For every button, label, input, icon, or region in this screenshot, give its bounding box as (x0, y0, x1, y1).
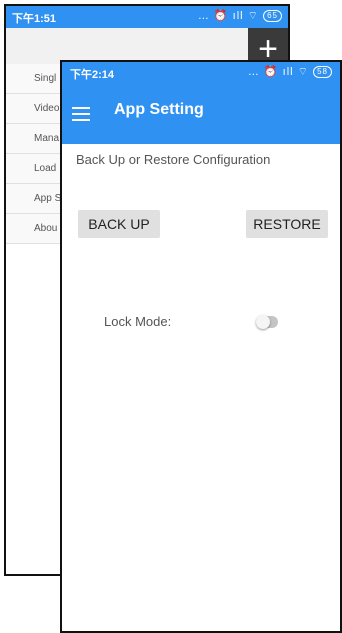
status-bar: 下午1:51 … ⏰ ıll ⌔ 65 (6, 6, 288, 28)
status-icons: … ⏰ ıll ⌔ 65 (198, 9, 282, 23)
app-setting-screen: 下午2:14 … ⏰ ıll ⌔ 58 App Setting Back Up … (60, 60, 342, 633)
app-bar: App Setting (62, 84, 340, 144)
lock-mode-label: Lock Mode: (104, 314, 172, 329)
toggle-knob (256, 315, 270, 329)
status-time: 下午1:51 (12, 13, 57, 25)
backup-restore-heading: Back Up or Restore Configuration (76, 152, 271, 167)
back-up-button[interactable]: BACK UP (78, 210, 160, 238)
status-time: 下午2:14 (70, 69, 115, 81)
restore-button[interactable]: RESTORE (246, 210, 328, 238)
page-title: App Setting (114, 101, 204, 118)
lock-mode-toggle[interactable] (256, 315, 278, 329)
hamburger-menu-icon[interactable] (72, 107, 90, 121)
status-icons: … ⏰ ıll ⌔ 58 (248, 65, 332, 79)
battery-icon: 58 (313, 66, 332, 79)
status-signal-icons: … ⏰ ıll ⌔ (197, 10, 260, 22)
battery-icon: 65 (263, 10, 282, 23)
status-signal-icons: … ⏰ ıll ⌔ (247, 66, 310, 78)
status-bar: 下午2:14 … ⏰ ıll ⌔ 58 (62, 62, 340, 84)
